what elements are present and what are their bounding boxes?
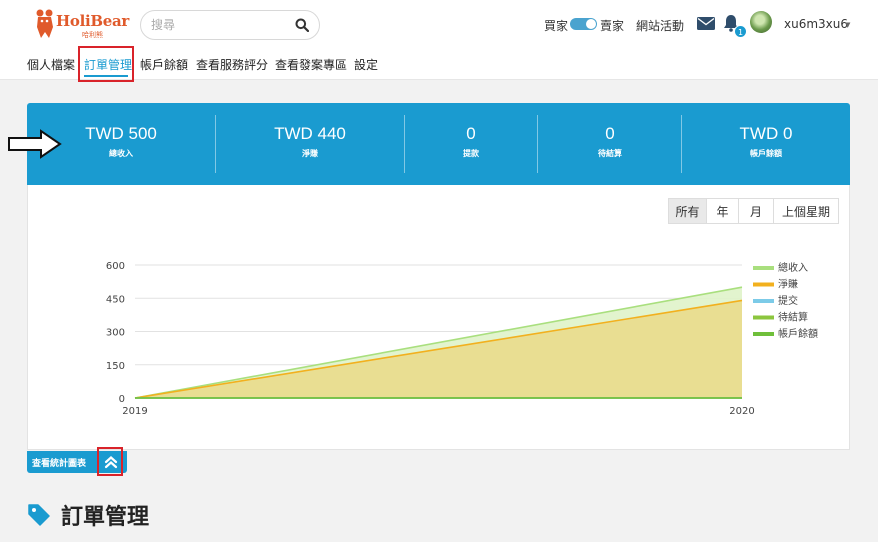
highlight-box-toggle (97, 447, 123, 476)
stat-label: 提款 (463, 149, 479, 158)
legend-swatch (753, 299, 774, 303)
stat-divider (681, 115, 682, 173)
holibear-logo[interactable]: HoliBear 哈利熊 (34, 8, 129, 40)
chart-toggle-label[interactable]: 查看統計圖表 (32, 456, 86, 469)
avatar[interactable] (750, 11, 772, 33)
seller-mode-label: 賣家 (600, 19, 625, 33)
stat-total-income: TWD 500 總收入 (61, 123, 181, 159)
chevron-down-icon[interactable]: ▼ (845, 21, 850, 29)
buyer-mode-label: 買家 (544, 19, 569, 33)
tag-icon (28, 504, 50, 526)
notification-count-badge: 1 (734, 25, 747, 38)
x-tick-label: 2019 (122, 406, 147, 417)
legend-label: 淨賺 (778, 278, 798, 291)
legend-label: 提交 (778, 294, 798, 307)
legend-swatch (753, 266, 774, 270)
stat-label: 待結算 (598, 149, 622, 158)
stat-account-balance: TWD 0 帳戶餘額 (706, 123, 826, 159)
y-tick-label: 150 (106, 361, 125, 372)
search-icon[interactable] (295, 18, 309, 32)
nav-item-profile[interactable]: 個人檔案 (27, 56, 75, 73)
stat-divider (215, 115, 216, 173)
stat-net-earnings: TWD 440 淨賺 (250, 123, 370, 159)
legend-swatch (753, 282, 774, 287)
legend-label: 待結算 (778, 311, 808, 324)
stat-value: TWD 500 (85, 124, 157, 143)
income-area-chart: 0 150 300 450 600 2019 2020 總收入淨賺提交待結算帳戶餘額 (106, 261, 818, 417)
stat-value: 0 (605, 124, 615, 143)
y-tick-label: 300 (106, 328, 125, 339)
stat-divider (404, 115, 405, 173)
y-tick-label: 0 (119, 394, 125, 405)
site-activity-link[interactable]: 網站活動 (636, 17, 684, 34)
stat-label: 總收入 (109, 149, 133, 158)
mail-icon[interactable] (697, 17, 715, 30)
stat-divider (537, 115, 538, 173)
stat-label: 帳戶餘額 (750, 149, 782, 158)
stat-label: 淨賺 (302, 149, 318, 158)
stat-value: TWD 440 (274, 124, 346, 143)
legend-swatch (753, 332, 774, 336)
stats-banner: TWD 500 總收入 TWD 440 淨賺 0 提款 0 待結算 TWD 0 … (27, 103, 850, 185)
username[interactable]: xu6m3xu6 (784, 17, 848, 31)
y-tick-label: 600 (106, 261, 125, 272)
nav-item-account-balance[interactable]: 帳戶餘額 (140, 56, 188, 73)
stat-pending-settlement: 0 待結算 (550, 123, 670, 159)
highlight-box-nav (78, 46, 134, 82)
legend-label: 帳戶餘額 (778, 327, 818, 340)
legend-swatch (753, 315, 774, 320)
y-tick-label: 450 (106, 294, 125, 305)
nav-item-service-ratings[interactable]: 查看服務評分 (196, 56, 268, 73)
x-tick-label: 2020 (729, 406, 754, 417)
stat-value: 0 (466, 124, 476, 143)
search-box (140, 10, 320, 40)
bear-icon (36, 9, 53, 38)
nav-item-settings[interactable]: 設定 (354, 56, 378, 73)
buyer-seller-toggle[interactable] (570, 18, 597, 30)
stat-value: TWD 0 (739, 124, 793, 143)
legend-label: 總收入 (778, 261, 808, 274)
nav-item-job-posting-area[interactable]: 查看發案專區 (275, 56, 347, 73)
search-input[interactable] (151, 16, 291, 34)
brand-name: HoliBear (56, 12, 130, 30)
brand-subname: 哈利熊 (82, 31, 103, 39)
page-title: 訂單管理 (61, 505, 150, 530)
stat-withdrawals: 0 提款 (411, 123, 531, 159)
arrow-right-icon (8, 129, 62, 159)
